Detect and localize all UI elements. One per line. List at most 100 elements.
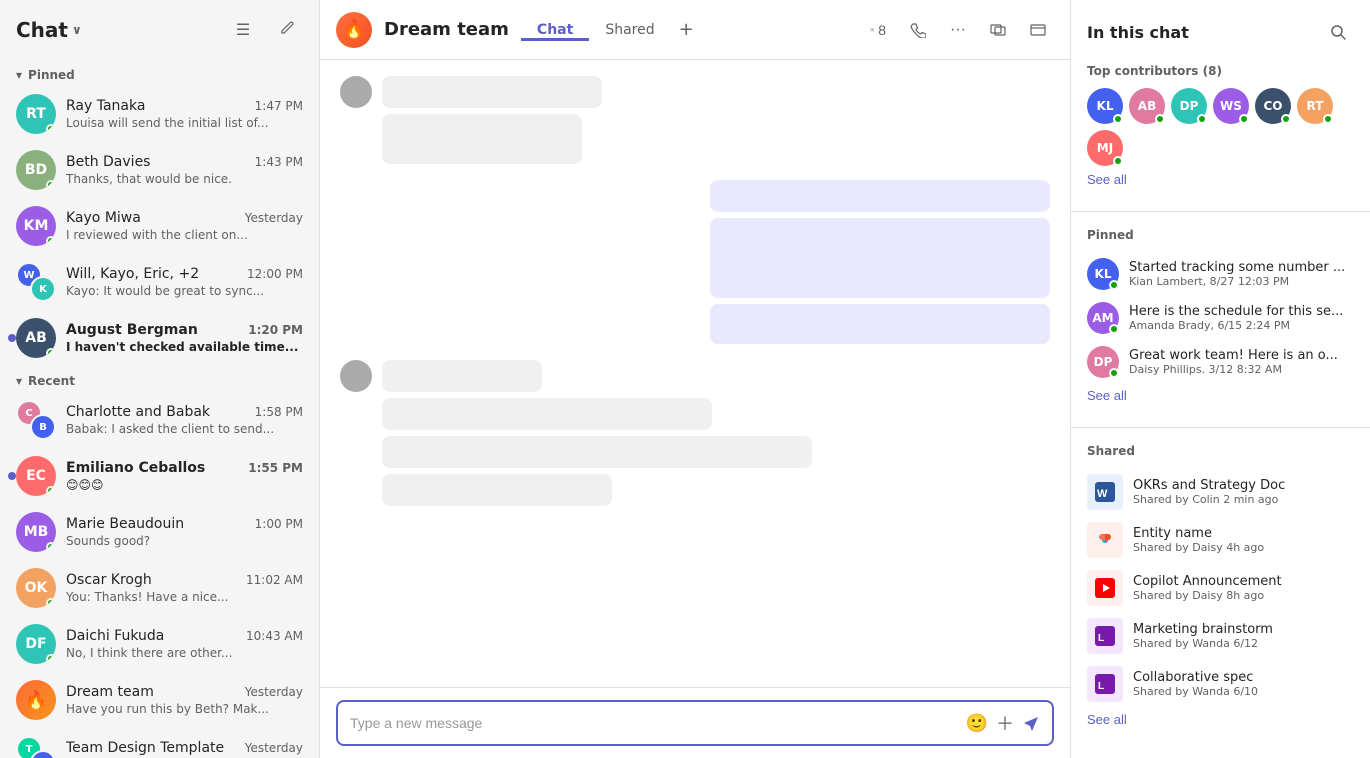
shared-file-name: Collaborative spec: [1133, 670, 1354, 685]
chat-time: 10:43 AM: [246, 629, 303, 643]
message-bubble-right: [710, 180, 1050, 212]
pinned-message-item[interactable]: DP Great work team! Here is an o... Dais…: [1087, 340, 1354, 384]
chat-preview: Kayo: It would be great to sync...: [66, 284, 303, 298]
chat-item-beth-davies[interactable]: BD Beth Davies 1:43 PM Thanks, that woul…: [0, 142, 319, 198]
chat-item-will-kayo-eric[interactable]: W K Will, Kayo, Eric, +2 12:00 PM Kayo: …: [0, 254, 319, 310]
shared-file-item[interactable]: Entity name Shared by Daisy 4h ago: [1087, 516, 1354, 564]
pinned-message-item[interactable]: AM Here is the schedule for this se... A…: [1087, 296, 1354, 340]
emoji-button[interactable]: 🙂: [966, 713, 988, 734]
contributor-status: [1239, 114, 1249, 124]
loop-icon-2: L: [1093, 672, 1117, 696]
chat-item-marie-beaudouin[interactable]: MB Marie Beaudouin 1:00 PM Sounds good?: [0, 504, 319, 560]
unread-dot: [8, 334, 16, 342]
chat-item-kayo-miwa[interactable]: KM Kayo Miwa Yesterday I reviewed with t…: [0, 198, 319, 254]
chat-item-emiliano-ceballos[interactable]: EC Emiliano Ceballos 1:55 PM 😊😊😊: [0, 448, 319, 504]
send-icon: [1022, 714, 1040, 732]
chat-info: Marie Beaudouin 1:00 PM Sounds good?: [66, 516, 303, 548]
filter-button[interactable]: ☰: [227, 14, 259, 46]
contributor-avatar: AB: [1129, 88, 1165, 124]
compose-icon: [279, 20, 295, 41]
chat-info: Will, Kayo, Eric, +2 12:00 PM Kayo: It w…: [66, 266, 303, 298]
popout-button[interactable]: [982, 14, 1014, 46]
chat-time: 1:55 PM: [248, 461, 303, 475]
chat-time: Yesterday: [245, 741, 303, 755]
see-all-pinned-button[interactable]: See all: [1087, 388, 1127, 403]
see-all-contributors-button[interactable]: See all: [1087, 172, 1127, 187]
shared-file-item[interactable]: L Marketing brainstorm Shared by Wanda 6…: [1087, 612, 1354, 660]
chat-item-charlotte-babak[interactable]: C B Charlotte and Babak 1:58 PM Babak: I…: [0, 392, 319, 448]
attach-button[interactable]: ＋: [996, 710, 1014, 736]
chat-preview: You: Thanks! Have a nice...: [66, 590, 303, 604]
chat-input-area: 🙂 ＋: [320, 687, 1070, 758]
chat-header-right: 8 ···: [862, 14, 1054, 46]
send-button[interactable]: [1022, 714, 1040, 732]
chat-name: Kayo Miwa: [66, 210, 141, 226]
word-file-icon: W: [1087, 474, 1123, 510]
shared-file-meta: Shared by Wanda 6/10: [1133, 685, 1354, 698]
more-options-button[interactable]: ···: [942, 14, 974, 46]
pinned-message-item[interactable]: KL Started tracking some number ... Kian…: [1087, 252, 1354, 296]
call-button[interactable]: [902, 14, 934, 46]
see-all-shared-button[interactable]: See all: [1087, 712, 1127, 727]
minimize-icon: [1030, 22, 1046, 38]
pinned-message-meta: Kian Lambert, 8/27 12:03 PM: [1129, 275, 1354, 288]
avatar-initials: DF: [25, 636, 46, 652]
youtube-file-icon: [1087, 570, 1123, 606]
chat-item-august-bergman[interactable]: AB August Bergman 1:20 PM I haven't chec…: [0, 310, 319, 366]
chat-time: 12:00 PM: [247, 267, 303, 281]
chat-time: 11:02 AM: [246, 573, 303, 587]
chat-name: August Bergman: [66, 322, 198, 338]
add-tab-button[interactable]: +: [671, 19, 702, 40]
figma-file-icon: [1087, 522, 1123, 558]
status-dot: [46, 542, 56, 552]
message-avatar: [340, 76, 372, 108]
tab-chat[interactable]: Chat: [521, 22, 589, 41]
avatar: 🔥: [16, 680, 56, 720]
main-chat-area: 🔥 Dream team Chat Shared +: [320, 0, 1070, 758]
channel-name: Dream team: [384, 19, 509, 40]
sidebar-toolbar: ☰: [227, 14, 303, 46]
pinned-messages-label: Pinned: [1087, 228, 1354, 242]
contributor-status: [1113, 156, 1123, 166]
shared-file-meta: Shared by Daisy 4h ago: [1133, 541, 1354, 554]
compose-button[interactable]: [271, 14, 303, 46]
chat-item-team-design-template[interactable]: T D Team Design Template Yesterday Reta:…: [0, 728, 319, 758]
shared-file-info: Collaborative spec Shared by Wanda 6/10: [1133, 670, 1354, 698]
avatar-initials: RT: [26, 106, 46, 122]
message-bubble: [382, 114, 582, 164]
chat-preview: Thanks, that would be nice.: [66, 172, 303, 186]
search-button[interactable]: [1322, 16, 1354, 48]
contributor-status: [1113, 114, 1123, 124]
chat-item-ray-tanaka[interactable]: RT Ray Tanaka 1:47 PM Louisa will send t…: [0, 86, 319, 142]
shared-files-label: Shared: [1087, 444, 1354, 458]
message-input[interactable]: [350, 715, 958, 731]
chat-item-oscar-krogh[interactable]: OK Oscar Krogh 11:02 AM You: Thanks! Hav…: [0, 560, 319, 616]
chat-info: Team Design Template Yesterday Reta: Let…: [66, 740, 303, 758]
sidebar: Chat ∨ ☰ ▾ Pinned RT: [0, 0, 320, 758]
shared-file-meta: Shared by Colin 2 min ago: [1133, 493, 1354, 506]
shared-file-item[interactable]: W OKRs and Strategy Doc Shared by Colin …: [1087, 468, 1354, 516]
channel-avatar: 🔥: [336, 12, 372, 48]
sidebar-chevron-icon: ∨: [72, 23, 82, 37]
avatar: DF: [16, 624, 56, 664]
sidebar-title-area[interactable]: Chat ∨: [16, 18, 82, 42]
contributor-status: [1197, 114, 1207, 124]
shared-file-name: Marketing brainstorm: [1133, 622, 1354, 637]
right-panel-title: In this chat: [1087, 23, 1189, 42]
chat-name: Will, Kayo, Eric, +2: [66, 266, 199, 282]
pinned-sender-avatar: DP: [1087, 346, 1119, 378]
minimize-button[interactable]: [1022, 14, 1054, 46]
chat-item-dream-team[interactable]: 🔥 Dream team Yesterday Have you run this…: [0, 672, 319, 728]
chat-item-daichi-fukuda[interactable]: DF Daichi Fukuda 10:43 AM No, I think th…: [0, 616, 319, 672]
contributor-status: [1155, 114, 1165, 124]
tab-shared[interactable]: Shared: [589, 22, 670, 41]
participants-button[interactable]: 8: [862, 14, 894, 46]
message-bubble: [382, 436, 812, 468]
pinned-message-info: Great work team! Here is an o... Daisy P…: [1129, 348, 1354, 376]
message-group: [340, 360, 1050, 506]
shared-file-item[interactable]: L Collaborative spec Shared by Wanda 6/1…: [1087, 660, 1354, 708]
chat-info: Daichi Fukuda 10:43 AM No, I think there…: [66, 628, 303, 660]
shared-file-item[interactable]: Copilot Announcement Shared by Daisy 8h …: [1087, 564, 1354, 612]
contributor-status: [1281, 114, 1291, 124]
shared-file-meta: Shared by Wanda 6/12: [1133, 637, 1354, 650]
